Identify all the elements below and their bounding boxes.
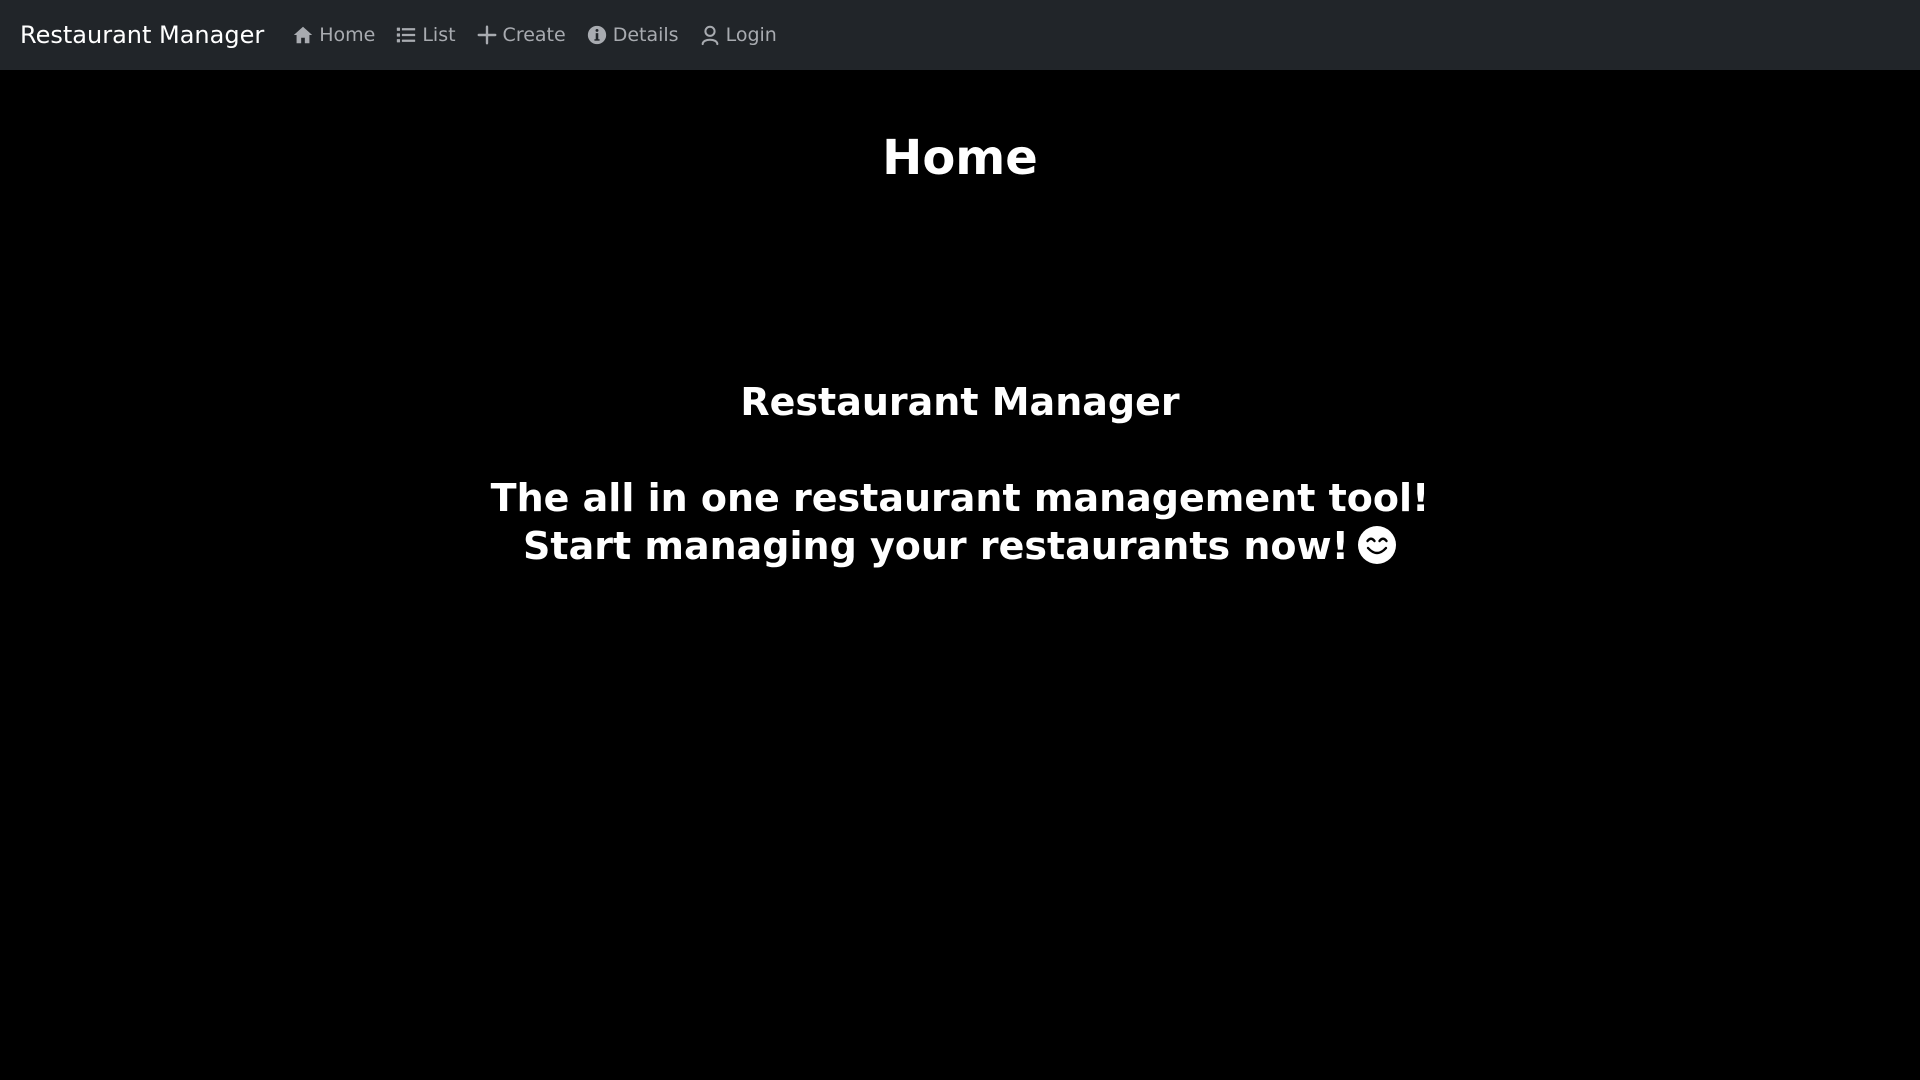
tagline-line-1: The all in one restaurant management too… (490, 476, 1430, 520)
nav-link-label: Home (319, 24, 376, 46)
tagline: The all in one restaurant management too… (0, 475, 1920, 570)
tagline-line-2: Start managing your restaurants now! (523, 523, 1349, 568)
page-title: Home (882, 130, 1038, 186)
list-icon (395, 24, 417, 46)
nav-link-create[interactable]: Create (476, 24, 566, 46)
nav-link-list[interactable]: List (395, 24, 456, 46)
top-navbar: Restaurant Manager Home List Create Deta… (0, 0, 1920, 70)
user-icon (699, 24, 721, 46)
nav-link-login[interactable]: Login (699, 24, 777, 46)
main-content: Home Restaurant Manager The all in one r… (0, 70, 1920, 1080)
nav-link-label: Create (502, 24, 566, 46)
info-icon (586, 24, 608, 46)
tagline-line-2-wrap: Start managing your restaurants now! (0, 523, 1920, 571)
nav-link-label: Login (725, 24, 777, 46)
smiley-face-icon (1357, 525, 1397, 565)
hero-title: Restaurant Manager (740, 380, 1180, 424)
nav-link-label: List (422, 24, 456, 46)
home-icon (292, 24, 314, 46)
plus-icon (476, 24, 498, 46)
nav-link-label: Details (612, 24, 679, 46)
nav-link-home[interactable]: Home (292, 24, 375, 46)
nav-links: Home List Create Details Login (292, 24, 777, 46)
navbar-brand[interactable]: Restaurant Manager (20, 21, 264, 49)
nav-link-details[interactable]: Details (586, 24, 679, 46)
